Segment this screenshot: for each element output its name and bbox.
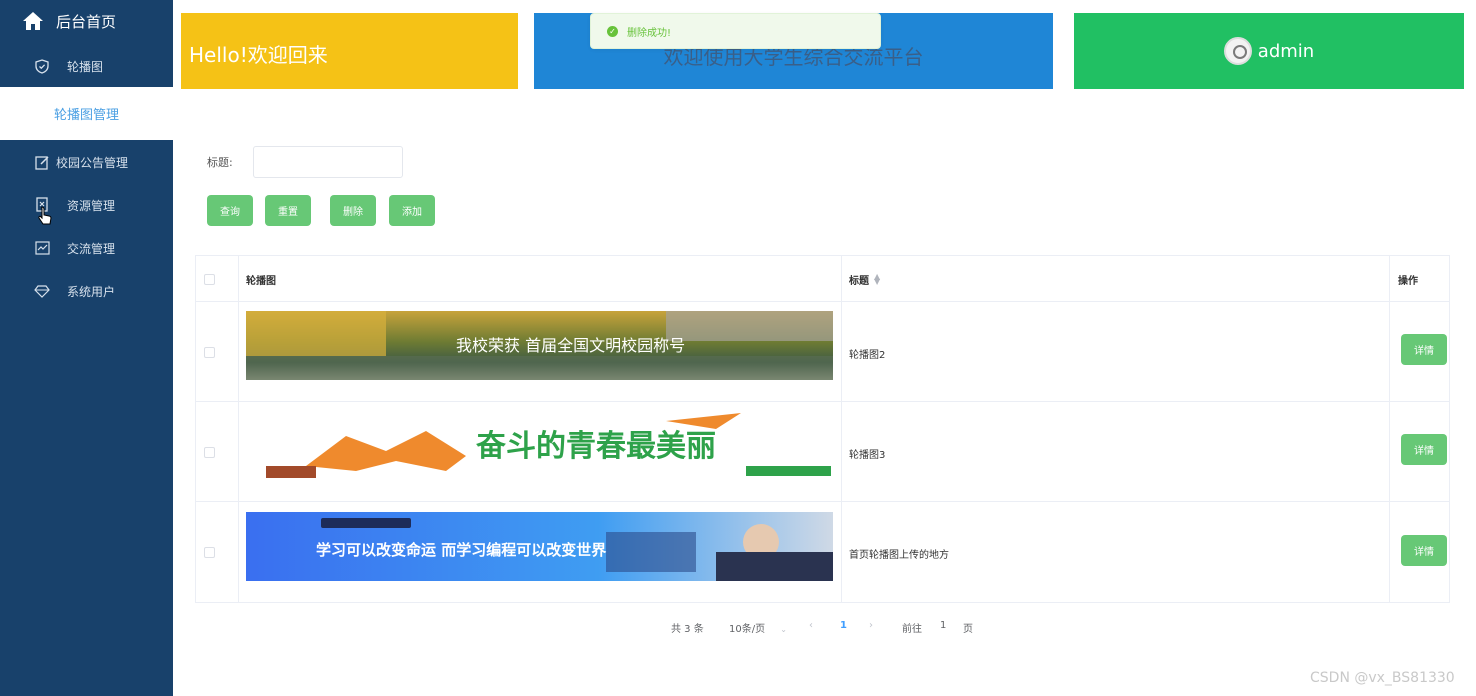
prev-page-icon[interactable]: ‹ (809, 620, 813, 631)
success-toast: ✓ 删除成功! (590, 13, 881, 49)
detail-button[interactable]: 详情 (1401, 535, 1447, 566)
title-search-label: 标题: (207, 156, 233, 169)
pagination-total: 共 3 条 (671, 624, 704, 635)
banner-text: 学习可以改变命运 而学习编程可以改变世界 (316, 541, 606, 559)
edit-icon (34, 154, 50, 170)
sidebar-home[interactable]: 后台首页 (22, 8, 116, 34)
column-header-action: 操作 (1398, 275, 1418, 287)
sidebar-item-label: 轮播图 (67, 59, 104, 74)
row-title: 轮播图2 (849, 350, 886, 361)
row-checkbox[interactable] (204, 447, 215, 458)
sidebar-item-system-users[interactable]: 系统用户 (0, 271, 173, 311)
title-search-input[interactable] (253, 146, 403, 178)
sidebar-item-label: 资源管理 (67, 198, 116, 213)
page-size-value: 10条/页 (729, 624, 766, 635)
banner-text: 我校荣获 首届全国文明校园称号 (456, 336, 685, 355)
delete-button[interactable]: 删除 (330, 195, 376, 226)
diamond-icon (34, 283, 50, 299)
welcome-card: Hello!欢迎回来 (181, 13, 518, 89)
sidebar-item-label: 交流管理 (67, 241, 116, 256)
carousel-image: 学习可以改变命运 而学习编程可以改变世界 (246, 512, 833, 581)
select-all-checkbox[interactable] (204, 274, 215, 285)
home-icon (23, 12, 43, 30)
goto-page-input[interactable]: 1 (940, 620, 946, 631)
page-number-current[interactable]: 1 (840, 620, 847, 631)
row-title: 轮播图3 (849, 450, 886, 461)
carousel-image: 我校荣获 首届全国文明校园称号 (246, 311, 833, 380)
sidebar: 后台首页 轮播图 轮播图管理 校园公告管理 资源管理 交流管理 系统用户 (0, 0, 173, 696)
row-checkbox[interactable] (204, 347, 215, 358)
page-suffix: 页 (963, 624, 973, 635)
welcome-text: Hello!欢迎回来 (189, 43, 328, 67)
column-header-title-label: 标题 (849, 275, 869, 287)
toast-message: 删除成功! (627, 27, 672, 39)
sidebar-item-label: 校园公告管理 (56, 155, 129, 170)
page-size-select[interactable]: 10条/页 ⌄ (729, 620, 787, 635)
sidebar-item-communication[interactable]: 交流管理 (0, 228, 173, 268)
column-header-image: 轮播图 (246, 275, 276, 287)
add-button[interactable]: 添加 (389, 195, 435, 226)
goto-label: 前往 (902, 624, 922, 635)
next-page-icon[interactable]: › (869, 620, 873, 631)
sort-icon[interactable]: ▲ ▼ (874, 273, 880, 286)
detail-button[interactable]: 详情 (1401, 434, 1447, 465)
reset-button[interactable]: 重置 (265, 195, 311, 226)
banner-text: 奋斗的青春最美丽 (476, 429, 716, 464)
query-button[interactable]: 查询 (207, 195, 253, 226)
sidebar-item-carousel-management[interactable]: 轮播图管理 (0, 87, 173, 140)
carousel-table: 轮播图 标题 ▲ ▼ 操作 我校荣获 首届全国文明校园称号 轮播图2 详情 奋斗… (195, 255, 1450, 603)
sidebar-item-resource[interactable]: 资源管理 (0, 185, 173, 225)
sidebar-item-label: 轮播图管理 (53, 108, 119, 123)
sidebar-home-label: 后台首页 (56, 12, 117, 31)
sidebar-item-campus-notice[interactable]: 校园公告管理 (0, 142, 173, 182)
chevron-down-icon: ⌄ (780, 625, 787, 634)
detail-button[interactable]: 详情 (1401, 334, 1447, 365)
row-title: 首页轮播图上传的地方 (849, 550, 949, 561)
avatar[interactable] (1223, 37, 1252, 65)
column-header-title[interactable]: 标题 ▲ ▼ (849, 256, 880, 302)
check-circle-icon: ✓ (607, 25, 618, 37)
chart-icon (34, 240, 50, 256)
watermark: CSDN @vx_BS81330 (1310, 670, 1455, 686)
username: admin (1257, 40, 1315, 62)
carousel-image: 奋斗的青春最美丽 (246, 411, 833, 486)
mouse-cursor-icon (38, 206, 52, 225)
sidebar-item-label: 系统用户 (67, 284, 116, 299)
row-checkbox[interactable] (204, 547, 215, 558)
shield-check-icon (34, 58, 50, 74)
sidebar-item-carousel[interactable]: 轮播图 (0, 46, 173, 86)
user-card[interactable]: admin (1074, 13, 1464, 89)
